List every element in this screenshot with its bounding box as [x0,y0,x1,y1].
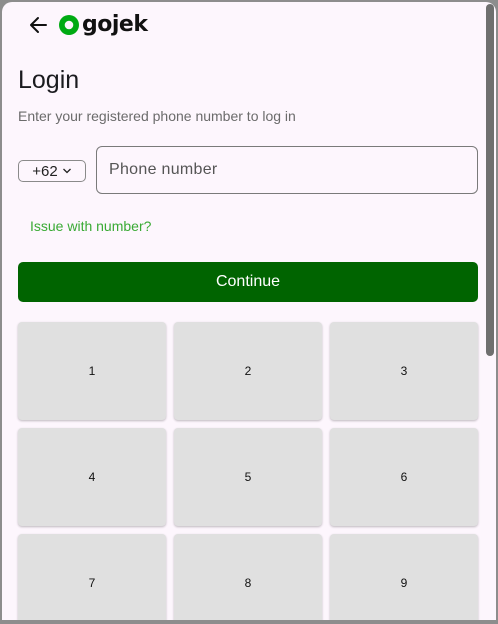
phone-number-input[interactable] [96,146,478,194]
app-window: gojek Login Enter your registered phone … [2,2,496,620]
keypad-key-9[interactable]: 9 [330,534,478,620]
chevron-down-icon [62,168,71,174]
keypad-key-3[interactable]: 3 [330,322,478,420]
scrollbar-thumb[interactable] [486,4,494,356]
country-code-value: +62 [32,162,58,180]
keypad-key-8[interactable]: 8 [174,534,322,620]
keypad-key-2[interactable]: 2 [174,322,322,420]
keypad-key-6[interactable]: 6 [330,428,478,526]
page-title: Login [18,66,80,94]
keypad-key-1[interactable]: 1 [18,322,166,420]
gojek-logo-icon [59,15,79,35]
issue-with-number-link[interactable]: Issue with number? [30,218,151,234]
logo-text: gojek [82,12,148,37]
keypad-key-4[interactable]: 4 [18,428,166,526]
back-button[interactable] [26,12,52,38]
arrow-left-icon [30,17,47,33]
keypad-key-7[interactable]: 7 [18,534,166,620]
page-subtitle: Enter your registered phone number to lo… [18,108,296,124]
keypad-key-5[interactable]: 5 [174,428,322,526]
gojek-logo: gojek [58,12,148,38]
country-code-select[interactable]: +62 [18,160,86,182]
continue-button[interactable]: Continue [18,262,478,302]
numeric-keypad: 1 2 3 4 5 6 7 8 9 [18,322,478,620]
